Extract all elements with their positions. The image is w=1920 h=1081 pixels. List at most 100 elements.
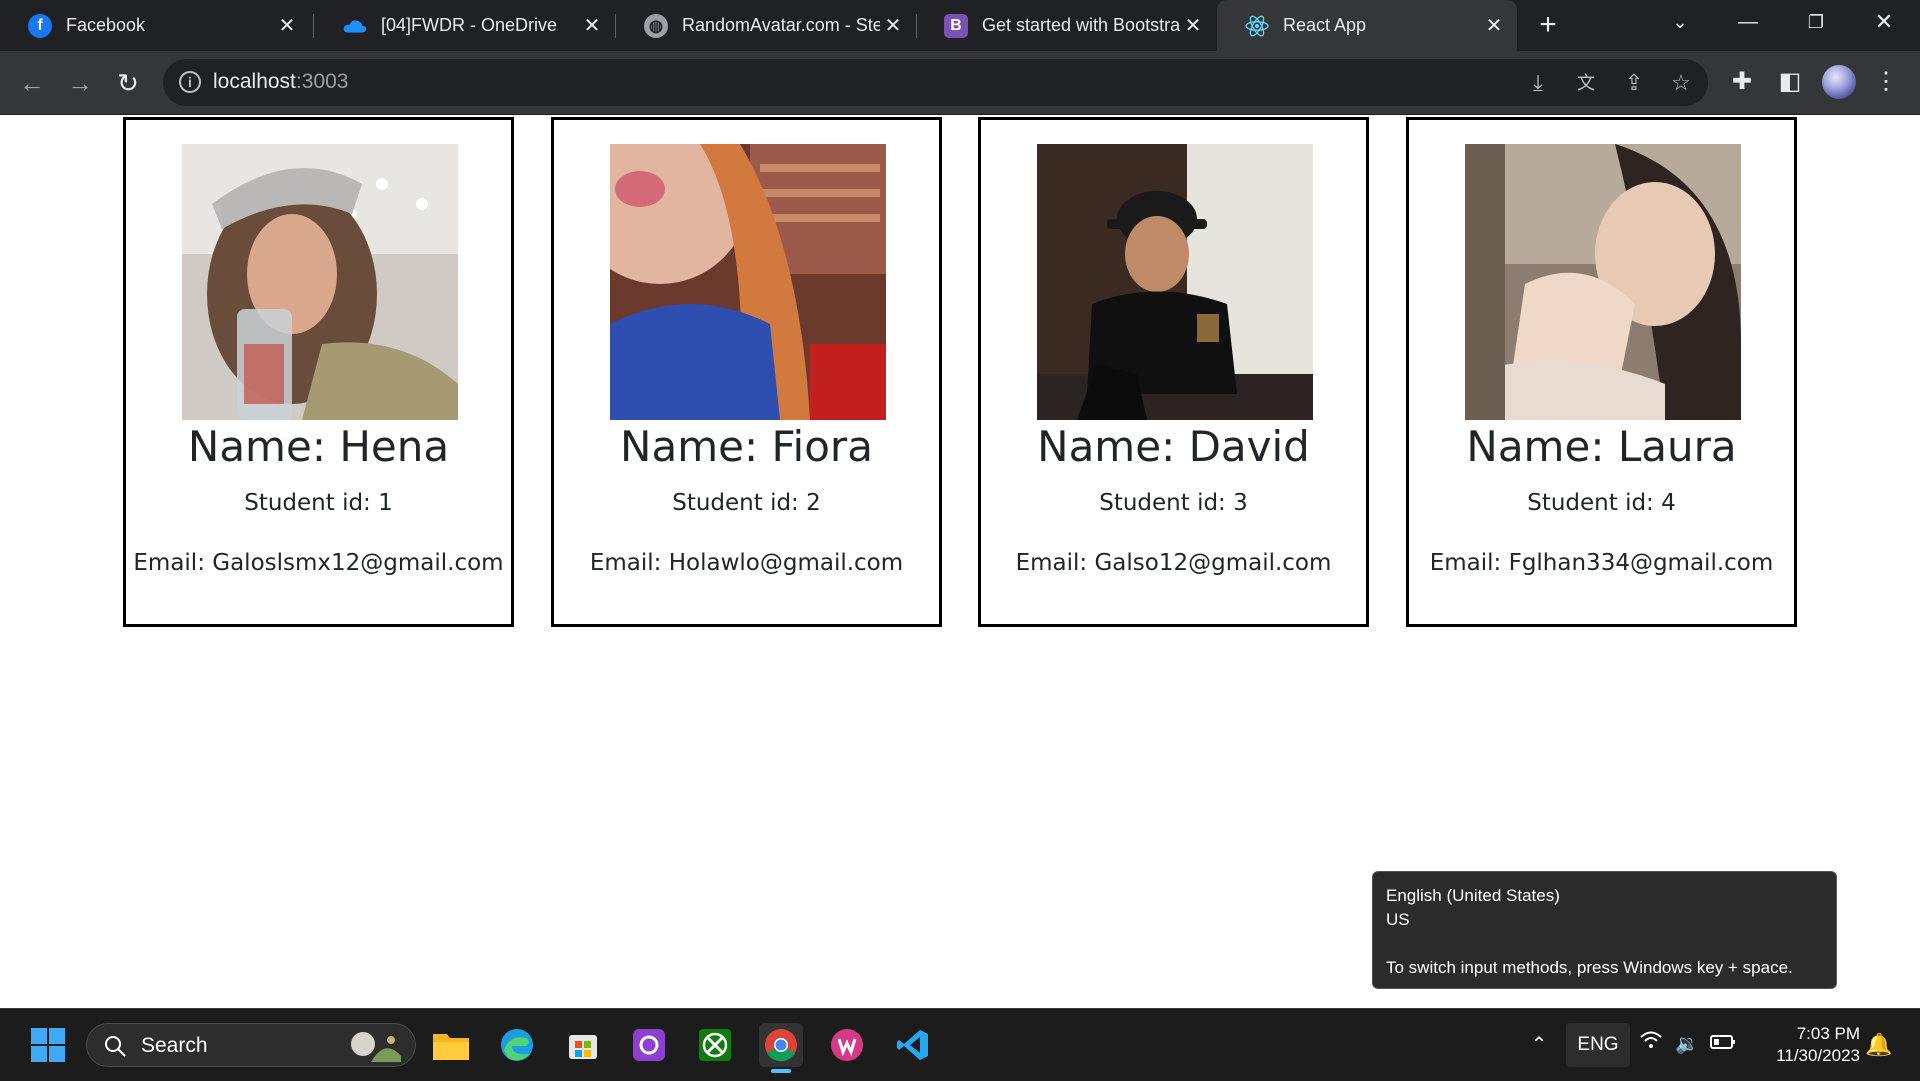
share-icon[interactable]: ⇪ [1619,69,1649,97]
clock-date: 11/30/2023 [1776,1046,1860,1065]
close-window-button[interactable]: ✕ [1854,0,1914,44]
bootstrap-icon: B [944,13,968,38]
student-email: Email: Holawlo@gmail.com [589,550,904,576]
minimize-button[interactable]: — [1718,0,1778,44]
close-icon[interactable]: ✕ [880,13,906,38]
student-name: Name: Hena [187,422,450,471]
tab-title: Facebook [66,15,146,35]
close-icon[interactable]: ✕ [579,13,605,38]
close-icon[interactable]: ✕ [1180,13,1206,38]
reload-button[interactable]: ↻ [110,65,146,101]
student-card: Name: Laura Student id: 4 Email: Fglhan3… [1406,117,1797,627]
address-bar[interactable]: i localhost:3003 ⤓ 文 ⇪ ☆ [163,59,1708,106]
student-name: Name: Fiora [620,422,873,471]
store-button[interactable] [561,1023,605,1067]
facebook-icon: f [28,13,52,38]
forward-button[interactable]: → [62,65,98,101]
student-id: Student id: 3 [1099,490,1248,516]
store-icon [569,1035,597,1059]
browser-toolbar: ← → ↻ i localhost:3003 ⤓ 文 ⇪ ☆ ✚ ◧ ⋮ [0,51,1920,115]
close-icon[interactable]: ✕ [1481,13,1507,38]
back-button[interactable]: ← [14,65,50,101]
office-button[interactable] [825,1023,869,1067]
tab-bootstrap[interactable]: B Get started with Bootstra ✕ [916,0,1216,51]
tab-facebook[interactable]: f Facebook ✕ [0,0,310,51]
search-label: Search [141,1034,208,1057]
student-card: Name: Hena Student id: 1 Email: Galoslsm… [123,117,514,627]
tab-onedrive[interactable]: [04]FWDR - OneDrive ✕ [315,0,615,51]
student-card: Name: Fiora Student id: 2 Email: Holawlo… [551,117,942,627]
tab-title: Get started with Bootstra [982,15,1180,35]
student-photo [182,144,458,420]
input-method-tooltip: English (United States) US To switch inp… [1372,871,1837,989]
student-id: Student id: 4 [1527,490,1676,516]
folder-icon [433,1034,469,1060]
tab-react-app[interactable]: React App ✕ [1217,0,1517,51]
search-icon [105,1036,126,1057]
student-id: Student id: 1 [244,490,393,516]
wifi-icon[interactable] [1636,1023,1666,1067]
close-icon[interactable]: ✕ [274,13,300,38]
globe-icon: ◍ [644,13,668,38]
student-photo [1465,144,1741,420]
tab-randomavatar[interactable]: ◍ RandomAvatar.com - Ste ✕ [616,0,916,51]
taskbar-search[interactable]: Search [86,1023,416,1067]
student-card: Name: David Student id: 3 Email: Galso12… [978,117,1369,627]
search-highlight-icon [351,1032,401,1062]
student-email: Email: Fglhan334@gmail.com [1429,550,1774,576]
tab-title: RandomAvatar.com - Ste [682,15,880,35]
new-tab-button[interactable]: + [1530,8,1566,44]
react-icon [1245,14,1269,38]
student-id: Student id: 2 [672,490,821,516]
side-panel-icon[interactable]: ◧ [1772,64,1808,100]
student-name: Name: Laura [1466,422,1737,471]
app-button[interactable] [627,1023,671,1067]
student-name: Name: David [1037,422,1310,471]
wps-icon [831,1029,863,1061]
xbox-button[interactable] [693,1023,737,1067]
student-email: Email: Galso12@gmail.com [1015,550,1332,576]
url-port: :3003 [295,70,349,93]
restore-button[interactable]: ❐ [1786,0,1846,44]
battery-icon[interactable] [1708,1023,1738,1067]
onedrive-icon [343,14,367,38]
student-email: Email: Galoslsmx12@gmail.com [133,550,504,576]
taskbar: Search ⌃ ENG 🔉 7:03 PM 11/30/2023 🔔 [0,1008,1920,1081]
tooltip-hint: To switch input methods, press Windows k… [1386,958,1793,977]
profile-avatar[interactable] [1822,65,1856,99]
url-host: localhost [213,70,296,93]
tab-title: React App [1283,15,1367,35]
bookmark-star-icon[interactable]: ☆ [1666,69,1696,97]
tab-strip: f Facebook ✕ [04]FWDR - OneDrive ✕ ◍ Ran… [0,0,1920,51]
edge-icon [501,1029,533,1061]
tooltip-layout: US [1386,910,1410,929]
tab-divider [313,14,314,38]
menu-kebab-icon[interactable]: ⋮ [1868,64,1904,100]
edge-button[interactable] [495,1023,539,1067]
start-button[interactable] [26,1023,70,1067]
chrome-button[interactable] [759,1023,803,1073]
volume-icon[interactable]: 🔉 [1672,1023,1702,1067]
vscode-button[interactable] [891,1023,935,1067]
tab-search-chevron-icon[interactable]: ⌄ [1650,0,1710,44]
translate-icon[interactable]: 文 [1571,69,1601,97]
clock-time: 7:03 PM [1796,1024,1860,1043]
active-indicator [771,1069,791,1073]
windows-icon [31,1028,65,1062]
file-explorer-button[interactable] [429,1023,473,1067]
tab-title: [04]FWDR - OneDrive [381,15,558,35]
app-icon [633,1029,665,1061]
site-info-icon[interactable]: i [179,71,201,93]
student-photo [1037,144,1313,420]
chrome-icon [765,1029,797,1062]
xbox-icon [699,1029,731,1061]
vscode-icon [897,1030,928,1060]
show-hidden-icons-chevron-icon[interactable]: ⌃ [1522,1023,1556,1067]
student-photo [610,144,886,420]
language-indicator[interactable]: ENG [1566,1023,1630,1067]
clock[interactable]: 7:03 PM 11/30/2023 [1750,1023,1860,1067]
install-app-icon[interactable]: ⤓ [1523,69,1553,97]
extensions-icon[interactable]: ✚ [1724,64,1760,100]
url-text[interactable]: localhost:3003 [213,70,348,94]
notification-bell-icon[interactable]: 🔔 [1864,1023,1894,1067]
